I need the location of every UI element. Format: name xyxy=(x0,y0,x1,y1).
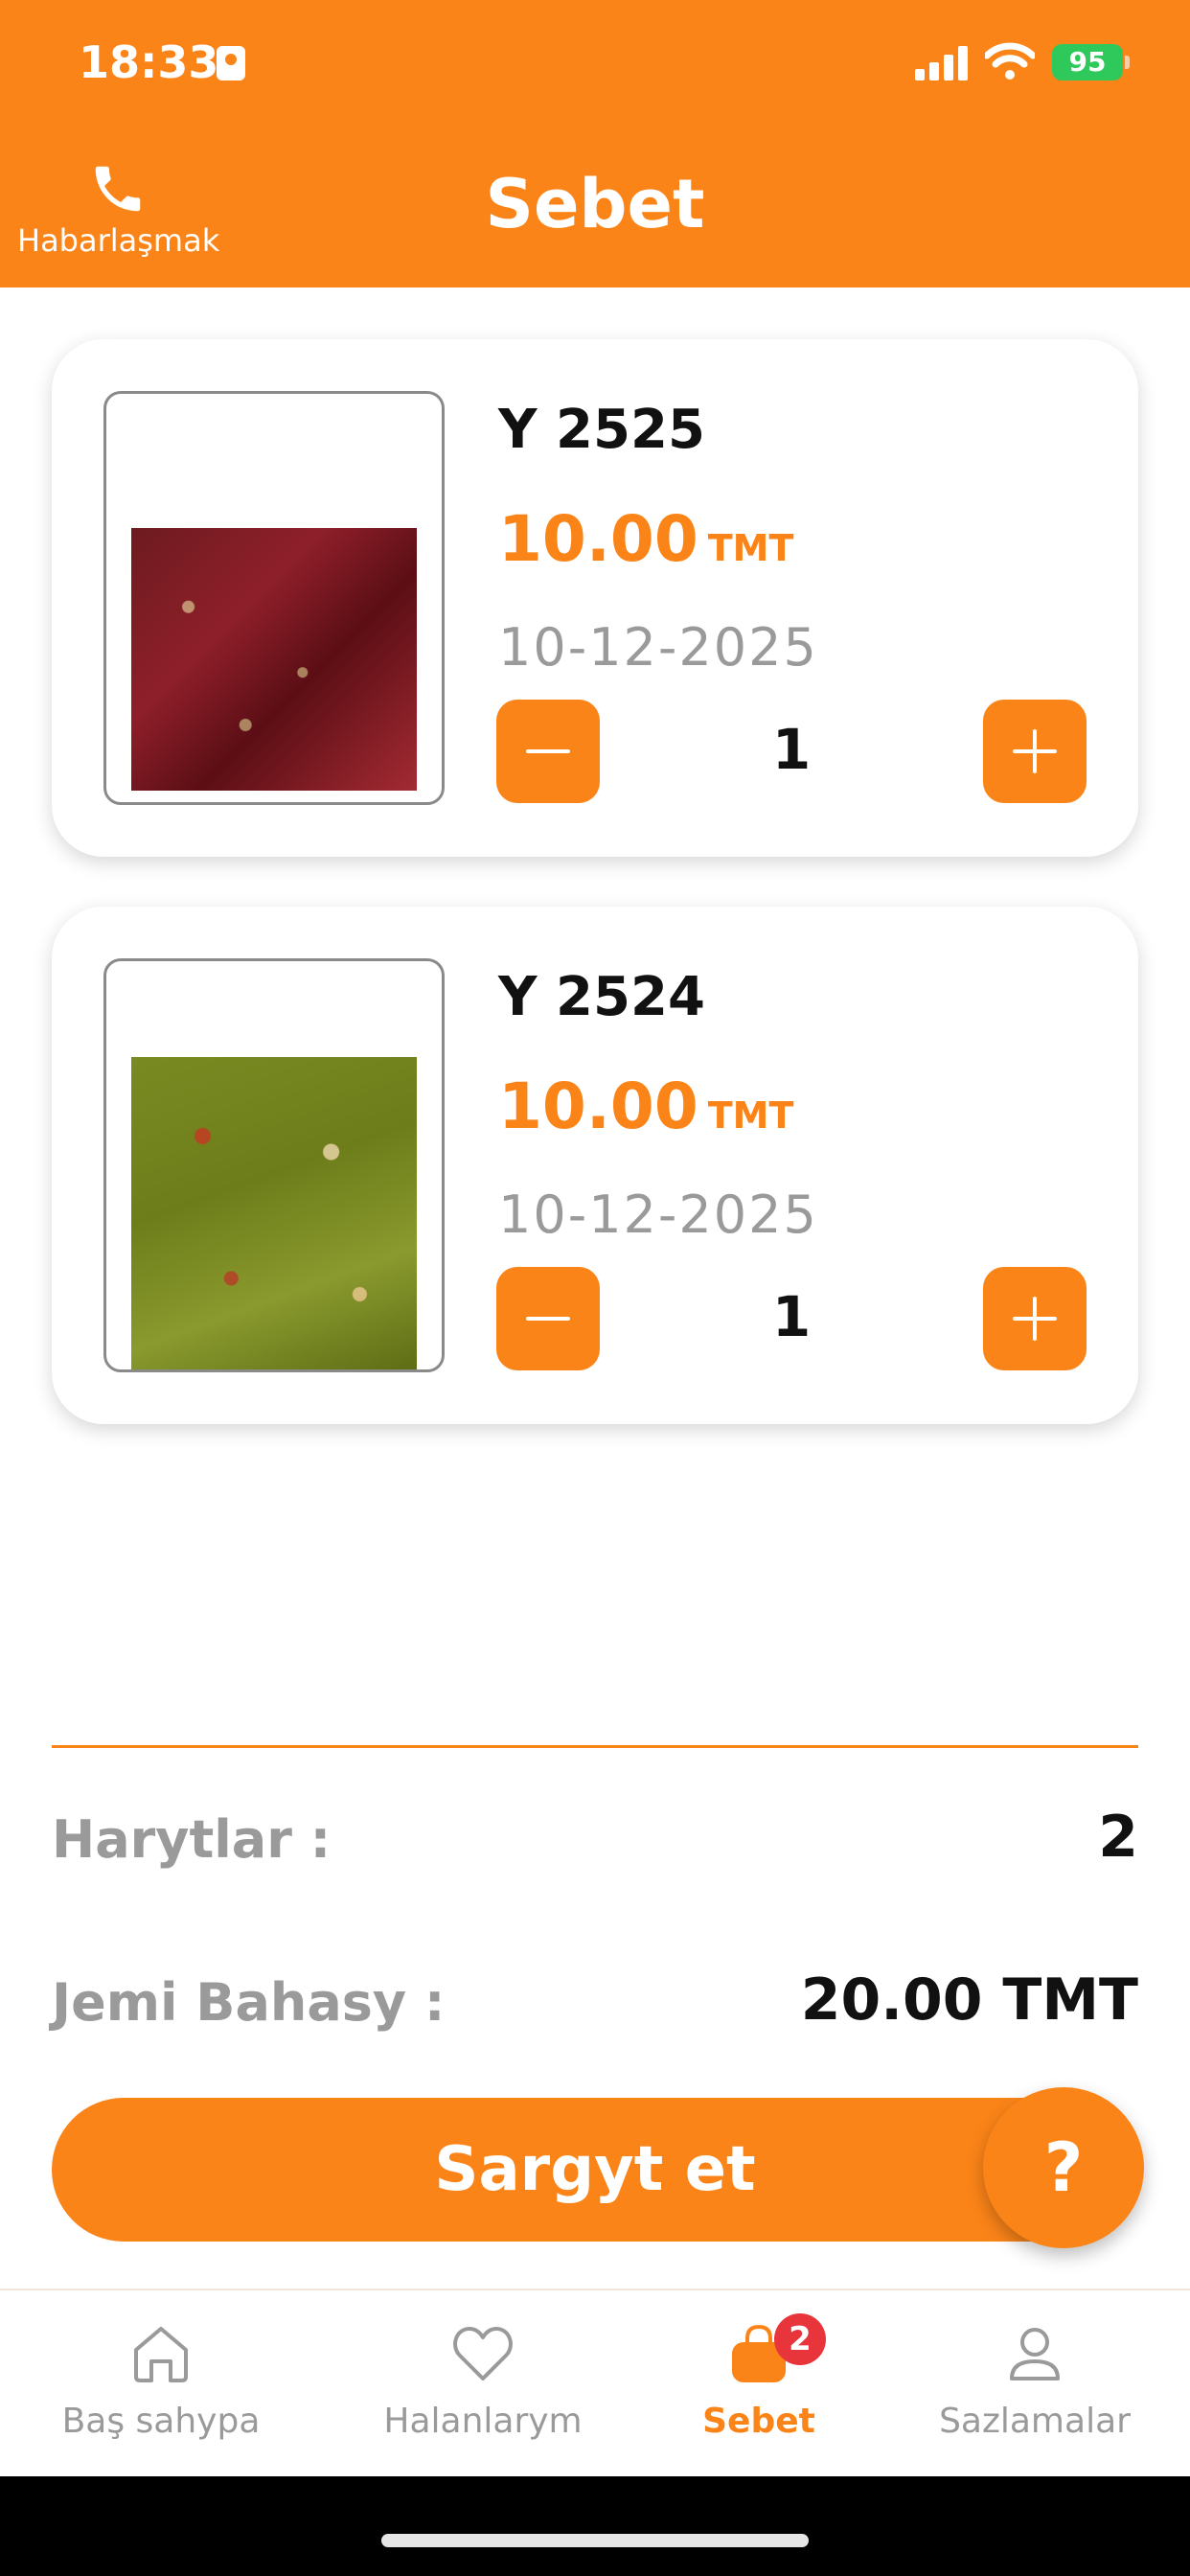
increase-quantity-button[interactable] xyxy=(983,700,1087,803)
home-indicator-area xyxy=(0,2476,1190,2576)
battery-indicator: 95 xyxy=(1052,44,1130,80)
contact-card-icon xyxy=(217,46,245,80)
home-indicator[interactable] xyxy=(381,2534,809,2547)
cart-count-badge: 2 xyxy=(774,2313,826,2365)
decrease-quantity-button[interactable] xyxy=(496,1267,600,1370)
quantity-value: 1 xyxy=(771,717,812,782)
cellular-signal-icon xyxy=(915,46,968,80)
price-value: 10.00 xyxy=(498,1070,698,1143)
increase-quantity-button[interactable] xyxy=(983,1267,1087,1370)
quantity-value: 1 xyxy=(771,1284,812,1349)
tab-label: Baş sahypa xyxy=(61,2402,261,2441)
product-name: Y 2524 xyxy=(498,966,705,1028)
price-currency: TMT xyxy=(707,527,794,569)
minus-icon xyxy=(526,1317,570,1321)
product-photo xyxy=(131,1057,417,1369)
minus-icon xyxy=(526,749,570,753)
product-price: 10.00 TMT xyxy=(498,1070,793,1143)
price-currency: TMT xyxy=(707,1094,794,1137)
tab-settings[interactable]: Sazlamalar xyxy=(891,2319,1179,2441)
user-icon xyxy=(1010,2328,1060,2380)
tab-label: Sebet xyxy=(702,2402,815,2441)
product-thumbnail[interactable] xyxy=(103,391,445,805)
home-icon xyxy=(134,2327,188,2382)
heart-icon xyxy=(453,2327,513,2380)
total-price-label: Jemi Bahasy : xyxy=(52,1972,446,2033)
product-date: 10-12-2025 xyxy=(498,617,818,678)
decrease-quantity-button[interactable] xyxy=(496,700,600,803)
tab-favorites[interactable]: Halanlarym xyxy=(339,2319,627,2441)
product-price: 10.00 TMT xyxy=(498,502,793,576)
page-title: Sebet xyxy=(485,165,705,243)
status-time: 18:33 xyxy=(79,36,219,88)
bottom-tab-bar: Baş sahypa Halanlarym 2 Sebet Sazlamalar xyxy=(0,2288,1190,2476)
plus-icon xyxy=(1013,729,1057,773)
product-photo xyxy=(131,528,417,791)
items-count-value: 2 xyxy=(1098,1804,1138,1871)
plus-icon xyxy=(1013,1297,1057,1341)
wifi-icon xyxy=(985,42,1035,80)
status-bar: 18:33 95 xyxy=(0,0,1190,134)
tab-cart[interactable]: 2 Sebet xyxy=(615,2313,903,2441)
tab-label: Sazlamalar xyxy=(939,2402,1131,2441)
place-order-button[interactable]: Sargyt et xyxy=(52,2098,1138,2242)
price-value: 10.00 xyxy=(498,502,698,576)
product-thumbnail[interactable] xyxy=(103,958,445,1372)
product-name: Y 2525 xyxy=(498,399,705,461)
cart-item: Y 2524 10.00 TMT 10-12-2025 1 xyxy=(52,907,1138,1424)
help-button[interactable]: ? xyxy=(983,2087,1144,2248)
total-price-value: 20.00 TMT xyxy=(800,1966,1138,2034)
items-count-label: Harytlar : xyxy=(52,1809,332,1870)
cart-item: Y 2525 10.00 TMT 10-12-2025 1 xyxy=(52,339,1138,857)
product-date: 10-12-2025 xyxy=(498,1184,818,1245)
tab-label: Halanlarym xyxy=(383,2402,583,2441)
tab-home[interactable]: Baş sahypa xyxy=(17,2319,305,2441)
app-header: Habarlaşmak Sebet xyxy=(0,134,1190,288)
summary-divider xyxy=(52,1745,1138,1748)
